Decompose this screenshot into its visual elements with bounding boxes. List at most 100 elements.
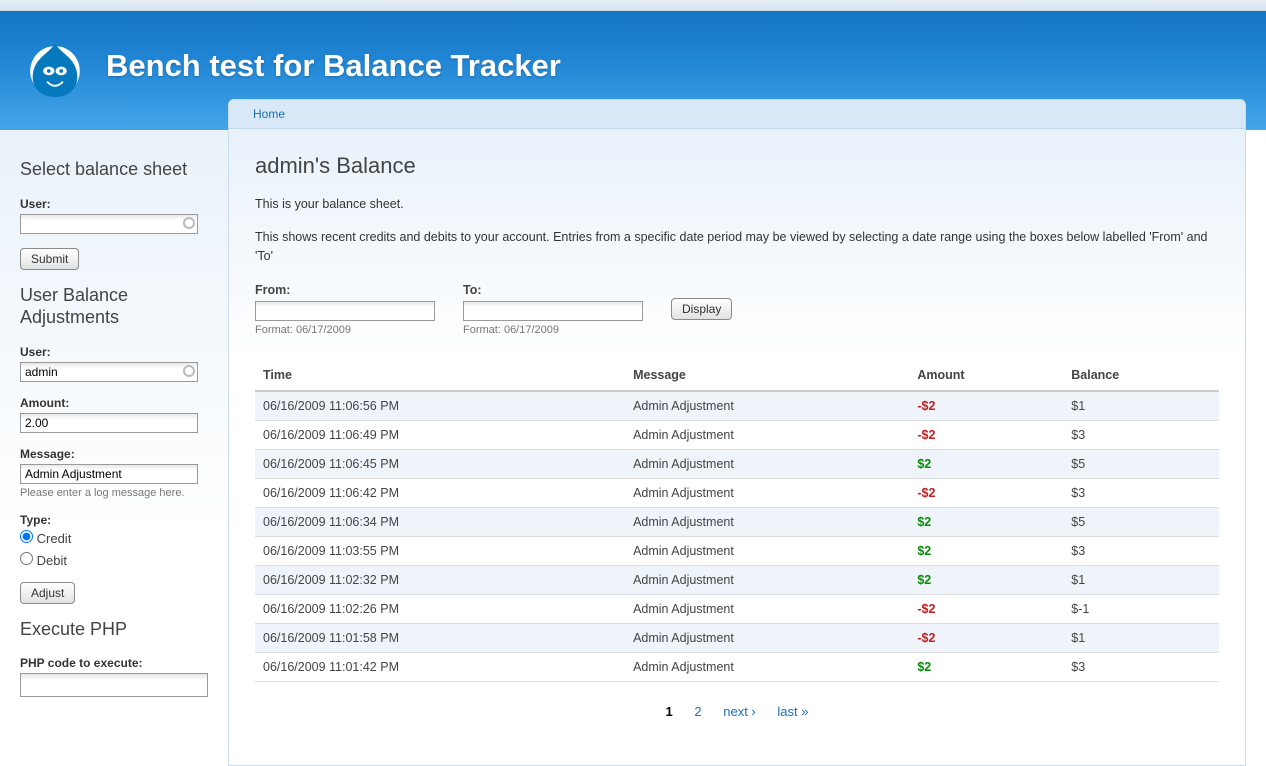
user-label: User: [20,197,214,211]
to-label: To: [463,283,643,297]
cell-amount: -$2 [909,624,1063,653]
cell-message: Admin Adjustment [625,653,909,682]
intro-1: This is your balance sheet. [255,195,1219,214]
type-label: Type: [20,513,214,527]
autocomplete-icon [183,365,195,377]
message-input[interactable] [20,464,198,484]
cell-message: Admin Adjustment [625,450,909,479]
cell-balance: $5 [1063,508,1219,537]
credit-radio[interactable] [20,530,33,543]
cell-message: Admin Adjustment [625,391,909,421]
main-panel: Home admin's Balance This is your balanc… [228,99,1246,766]
cell-time: 06/16/2009 11:06:42 PM [255,479,625,508]
cell-time: 06/16/2009 11:02:32 PM [255,566,625,595]
table-row: 06/16/2009 11:06:49 PMAdmin Adjustment-$… [255,421,1219,450]
cell-time: 06/16/2009 11:06:56 PM [255,391,625,421]
pager-next[interactable]: next › [723,704,756,719]
cell-message: Admin Adjustment [625,537,909,566]
cell-amount: -$2 [909,595,1063,624]
adjust-button[interactable]: Adjust [20,582,75,604]
message-hint: Please enter a log message here. [20,487,214,499]
cell-time: 06/16/2009 11:06:45 PM [255,450,625,479]
from-input[interactable] [255,301,435,321]
cell-time: 06/16/2009 11:06:34 PM [255,508,625,537]
cell-message: Admin Adjustment [625,421,909,450]
adjust-user-input[interactable] [20,362,198,382]
php-textarea[interactable] [20,673,208,697]
adjustments-heading: User Balance Adjustments [20,284,214,329]
php-label: PHP code to execute: [20,656,214,670]
site-title: Bench test for Balance Tracker [106,48,561,84]
cell-balance: $3 [1063,479,1219,508]
from-label: From: [255,283,435,297]
cell-balance: $3 [1063,537,1219,566]
amount-input[interactable] [20,413,198,433]
debit-label: Debit [37,553,67,568]
cell-time: 06/16/2009 11:03:55 PM [255,537,625,566]
debit-radio[interactable] [20,552,33,565]
cell-message: Admin Adjustment [625,595,909,624]
pager-page-2[interactable]: 2 [694,704,701,719]
cell-balance: $1 [1063,391,1219,421]
submit-button[interactable]: Submit [20,248,79,270]
sidebar: Select balance sheet User: Submit User B… [0,130,228,734]
table-row: 06/16/2009 11:01:42 PMAdmin Adjustment$2… [255,653,1219,682]
col-message[interactable]: Message [625,360,909,391]
cell-amount: $2 [909,450,1063,479]
page-title: admin's Balance [255,153,1219,179]
credit-label: Credit [37,531,72,546]
select-sheet-heading: Select balance sheet [20,158,214,181]
cell-balance: $1 [1063,624,1219,653]
cell-time: 06/16/2009 11:02:26 PM [255,595,625,624]
cell-amount: $2 [909,537,1063,566]
pager-current: 1 [666,704,673,719]
cell-balance: $1 [1063,566,1219,595]
cell-balance: $3 [1063,653,1219,682]
message-label: Message: [20,447,214,461]
col-time[interactable]: Time [255,360,625,391]
pager-last[interactable]: last » [777,704,808,719]
table-row: 06/16/2009 11:06:45 PMAdmin Adjustment$2… [255,450,1219,479]
table-row: 06/16/2009 11:06:56 PMAdmin Adjustment-$… [255,391,1219,421]
from-hint: Format: 06/17/2009 [255,324,435,336]
cell-time: 06/16/2009 11:01:42 PM [255,653,625,682]
top-strip [0,0,1266,11]
cell-balance: $5 [1063,450,1219,479]
table-row: 06/16/2009 11:06:42 PMAdmin Adjustment-$… [255,479,1219,508]
breadcrumb-home[interactable]: Home [253,107,285,121]
user-input[interactable] [20,214,198,234]
table-row: 06/16/2009 11:03:55 PMAdmin Adjustment$2… [255,537,1219,566]
breadcrumb: Home [229,100,1245,129]
cell-message: Admin Adjustment [625,624,909,653]
php-heading: Execute PHP [20,618,214,641]
adjust-user-label: User: [20,345,214,359]
pager: 1 2 next › last » [255,704,1219,719]
cell-message: Admin Adjustment [625,508,909,537]
col-balance[interactable]: Balance [1063,360,1219,391]
col-amount[interactable]: Amount [909,360,1063,391]
cell-balance: $3 [1063,421,1219,450]
display-button[interactable]: Display [671,298,732,320]
cell-balance: $-1 [1063,595,1219,624]
cell-amount: -$2 [909,391,1063,421]
cell-amount: -$2 [909,421,1063,450]
intro-2: This shows recent credits and debits to … [255,228,1219,266]
drupal-logo-icon [24,35,86,97]
cell-amount: $2 [909,566,1063,595]
cell-amount: $2 [909,508,1063,537]
autocomplete-icon [183,217,195,229]
cell-amount: -$2 [909,479,1063,508]
cell-message: Admin Adjustment [625,566,909,595]
to-input[interactable] [463,301,643,321]
balance-table: Time Message Amount Balance 06/16/2009 1… [255,360,1219,682]
cell-time: 06/16/2009 11:06:49 PM [255,421,625,450]
table-row: 06/16/2009 11:02:32 PMAdmin Adjustment$2… [255,566,1219,595]
cell-amount: $2 [909,653,1063,682]
table-row: 06/16/2009 11:02:26 PMAdmin Adjustment-$… [255,595,1219,624]
to-hint: Format: 06/17/2009 [463,324,643,336]
cell-message: Admin Adjustment [625,479,909,508]
cell-time: 06/16/2009 11:01:58 PM [255,624,625,653]
table-row: 06/16/2009 11:06:34 PMAdmin Adjustment$2… [255,508,1219,537]
table-row: 06/16/2009 11:01:58 PMAdmin Adjustment-$… [255,624,1219,653]
amount-label: Amount: [20,396,214,410]
